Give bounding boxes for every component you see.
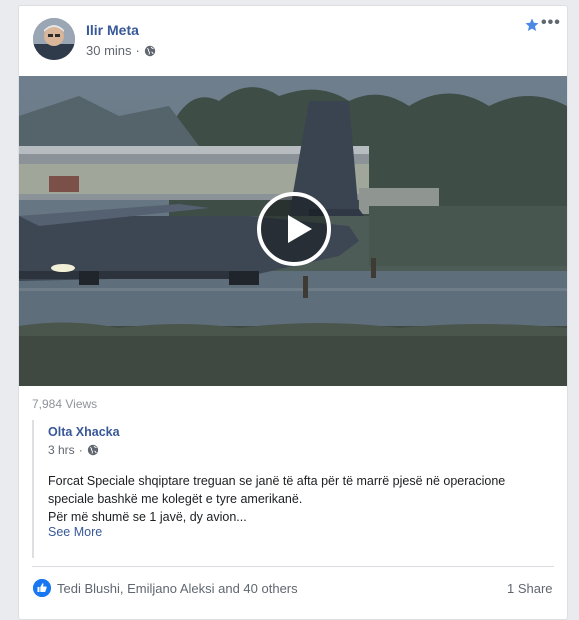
share-count[interactable]: 1 Share: [507, 581, 553, 596]
shared-post-text-line: Për më shumë se 1 javë, dy avion...: [48, 510, 247, 524]
view-count: 7,984 Views: [32, 397, 98, 411]
like-icon[interactable]: [33, 579, 51, 597]
avatar[interactable]: [33, 18, 75, 60]
play-icon[interactable]: [257, 192, 331, 266]
globe-icon[interactable]: [144, 45, 156, 57]
post-meta: 30 mins ·: [86, 43, 156, 58]
post-author[interactable]: Ilir Meta: [86, 22, 139, 38]
shared-post-meta: 3 hrs ·: [48, 443, 99, 457]
shared-post-author[interactable]: Olta Xhacka: [48, 425, 120, 439]
shared-post-time[interactable]: 3 hrs: [48, 443, 75, 457]
shared-post-text-line: Forcat Speciale shqiptare treguan se jan…: [48, 474, 506, 488]
shared-post-text: Forcat Speciale shqiptare treguan se jan…: [48, 472, 548, 526]
divider: [32, 566, 554, 567]
star-icon[interactable]: [525, 18, 539, 32]
shared-post: Olta Xhacka 3 hrs · Forcat Speciale shqi…: [32, 420, 554, 558]
avatar-image: [33, 18, 75, 60]
video-player[interactable]: [19, 76, 567, 386]
shared-post-text-line: speciale bashkë me kolegët e tyre amerik…: [48, 492, 303, 506]
see-more-link[interactable]: See More: [48, 525, 102, 539]
post-time[interactable]: 30 mins: [86, 43, 132, 58]
more-options-button[interactable]: •••: [541, 14, 561, 32]
globe-icon[interactable]: [87, 444, 99, 456]
reactions-summary[interactable]: Tedi Blushi, Emiljano Aleksi and 40 othe…: [57, 581, 298, 596]
post-card: Ilir Meta 30 mins · ••• 7,984 Views Olta…: [18, 5, 568, 620]
